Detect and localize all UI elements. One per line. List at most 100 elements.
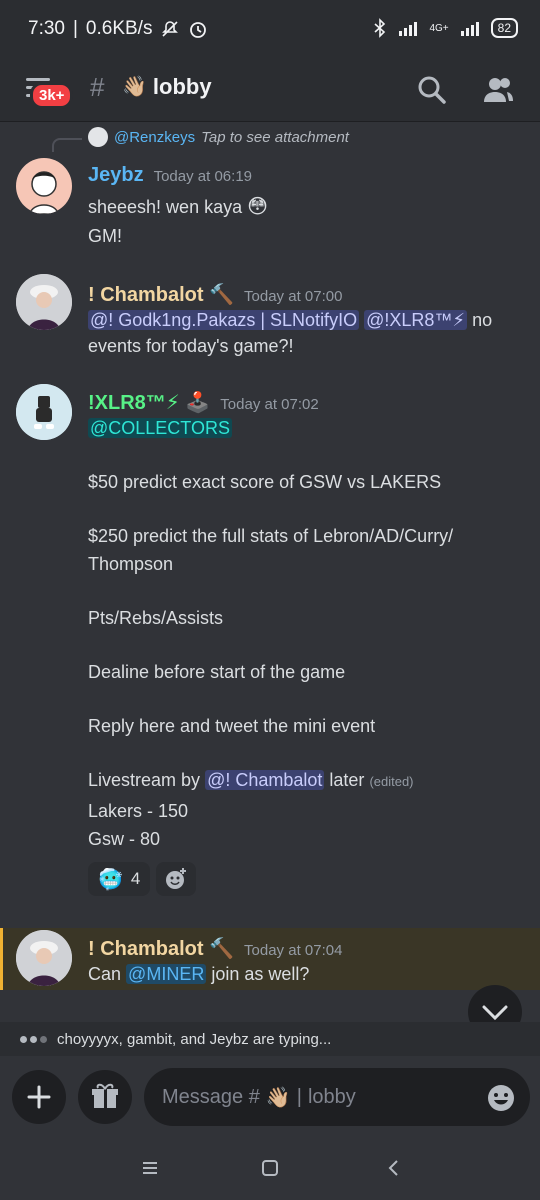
message-line: Livestream by @! Chambalot later (edited…: [88, 770, 414, 791]
username[interactable]: ! Chambalot 🔨: [88, 936, 234, 961]
message-text: join as well?: [211, 964, 310, 984]
locked-channel-icon: #: [90, 72, 105, 102]
add-attachment-button[interactable]: [12, 1070, 66, 1124]
avatar-illustration: [16, 384, 72, 440]
system-navbar: [0, 1138, 540, 1200]
cold-face-emoji: 🥶: [98, 868, 123, 891]
flushed-emoji: 😳: [247, 196, 268, 218]
gift-button[interactable]: [78, 1070, 132, 1124]
username-text: ! Chambalot: [88, 938, 204, 960]
status-left: 7:30 | 0.6KB/s: [28, 18, 208, 40]
mute-icon: [162, 21, 179, 37]
mention-chambalot[interactable]: @! Chambalot: [205, 770, 325, 790]
hammer-icon: 🔨: [209, 284, 235, 306]
message-line: events for today's game?!: [88, 336, 294, 356]
avatar[interactable]: [16, 274, 72, 330]
message-line: Can @MINER join as well?: [88, 964, 309, 985]
notification-badge: 3k+: [30, 82, 74, 109]
reply-avatar: [88, 127, 108, 147]
signal2-icon: [460, 20, 479, 36]
add-reaction-icon: [166, 868, 186, 889]
message-composer: Message # 👋🏼 | lobby: [0, 1056, 540, 1138]
timestamp: Today at 07:00: [244, 288, 343, 305]
network-type: 4G+: [429, 22, 449, 34]
username[interactable]: Jeybz: [88, 164, 144, 187]
typing-indicator: choyyyyx, gambit, and Jeybz are typing..…: [0, 1022, 540, 1056]
status-speed: 0.6KB/s: [85, 18, 153, 39]
typing-dots-icon: [20, 1035, 47, 1043]
joystick-icon: 🕹️: [185, 392, 211, 414]
mention-xlr8[interactable]: @!XLR8™⚡: [364, 310, 468, 330]
recents-icon[interactable]: [138, 1156, 162, 1180]
reply-reference[interactable]: @Renzkeys Tap to see attachment: [88, 127, 349, 147]
back-icon[interactable]: [382, 1156, 406, 1180]
status-bar: 7:30 | 0.6KB/s 4G+ 82: [0, 0, 540, 60]
reply-username: @Renzkeys: [114, 128, 196, 146]
message-line: @! Godk1ng.Pakazs | SLNotifyIO @!XLR8™⚡ …: [88, 310, 528, 331]
username-text: !XLR8™⚡: [88, 392, 180, 414]
message-line: sheeesh! wen kaya 😳: [88, 194, 268, 219]
avatar[interactable]: [16, 930, 72, 986]
add-reaction-button[interactable]: [156, 862, 196, 896]
message-line: @COLLECTORS: [88, 418, 232, 439]
placeholder-emoji: 👋🏼: [265, 1086, 291, 1109]
timestamp: Today at 07:02: [220, 396, 319, 413]
message-line: Thompson: [88, 554, 174, 574]
channel-title[interactable]: 👋🏼 lobby: [122, 74, 212, 100]
typing-text: choyyyyx, gambit, and Jeybz are typing..…: [57, 1030, 332, 1048]
message-meta: Jeybz Today at 06:19: [88, 164, 252, 187]
message-line: Pts/Rebs/Assists: [88, 608, 224, 628]
channel-emoji: 👋🏼: [122, 76, 147, 98]
timestamp: Today at 07:04: [244, 942, 343, 959]
hammer-icon: 🔨: [209, 938, 235, 960]
message-text: later: [329, 770, 365, 790]
home-icon[interactable]: [258, 1156, 282, 1180]
message-text: Livestream by: [88, 770, 201, 790]
message-line: Reply here and tweet the mini event: [88, 716, 376, 736]
status-right: 4G+ 82: [373, 18, 518, 38]
reply-connector: [52, 138, 82, 152]
mention-godking[interactable]: @! Godk1ng.Pakazs | SLNotifyIO: [88, 310, 360, 330]
placeholder-text: Message #: [162, 1085, 260, 1108]
message-line: Dealine before start of the game: [88, 662, 346, 682]
reply-text: Tap to see attachment: [201, 128, 349, 146]
message-line: Lakers - 150: [88, 801, 189, 821]
bluetooth-icon: [374, 18, 386, 38]
avatar-illustration: [16, 274, 72, 330]
reaction-count: 4: [130, 869, 141, 888]
plus-icon: [27, 1085, 51, 1109]
status-time: 7:30: [28, 18, 65, 39]
avatar[interactable]: [16, 158, 72, 214]
message-meta: !XLR8™⚡ 🕹️ Today at 07:02: [88, 390, 319, 415]
channel-name: lobby: [152, 74, 212, 99]
emoji-picker-icon[interactable]: [486, 1083, 516, 1113]
members-icon[interactable]: [480, 72, 516, 108]
alarm-icon: [190, 22, 207, 38]
message-text: Can: [88, 964, 122, 984]
username[interactable]: !XLR8™⚡ 🕹️: [88, 390, 210, 415]
mention-miner[interactable]: @MINER: [126, 964, 207, 984]
reaction-pill[interactable]: 🥶 4: [88, 862, 151, 896]
message-text: no: [472, 310, 493, 330]
edited-label: (edited): [369, 774, 414, 789]
placeholder-channel: lobby: [307, 1085, 356, 1108]
message-line: Gsw - 80: [88, 829, 161, 849]
message-line: $50 predict exact score of GSW vs LAKERS: [88, 472, 442, 492]
avatar[interactable]: [16, 384, 72, 440]
username-text: ! Chambalot: [88, 284, 204, 306]
gift-icon: [92, 1083, 118, 1108]
username[interactable]: ! Chambalot 🔨: [88, 282, 234, 307]
channel-header: 3k+ # 👋🏼 lobby: [0, 60, 540, 122]
message-line: GM!: [88, 226, 122, 246]
message-input[interactable]: Message # 👋🏼 | lobby: [144, 1068, 530, 1126]
mention-collectors[interactable]: @COLLECTORS: [88, 418, 232, 438]
message-meta: ! Chambalot 🔨 Today at 07:00: [88, 282, 342, 307]
battery-indicator: 82: [490, 18, 518, 38]
timestamp: Today at 06:19: [153, 168, 253, 185]
avatar-illustration: [16, 930, 72, 986]
signal-icon: [399, 20, 418, 36]
message-text: sheeesh! wen kaya: [88, 197, 243, 217]
avatar-illustration: [29, 171, 59, 214]
message-meta: ! Chambalot 🔨 Today at 07:04: [88, 936, 342, 961]
search-icon[interactable]: [414, 72, 450, 108]
